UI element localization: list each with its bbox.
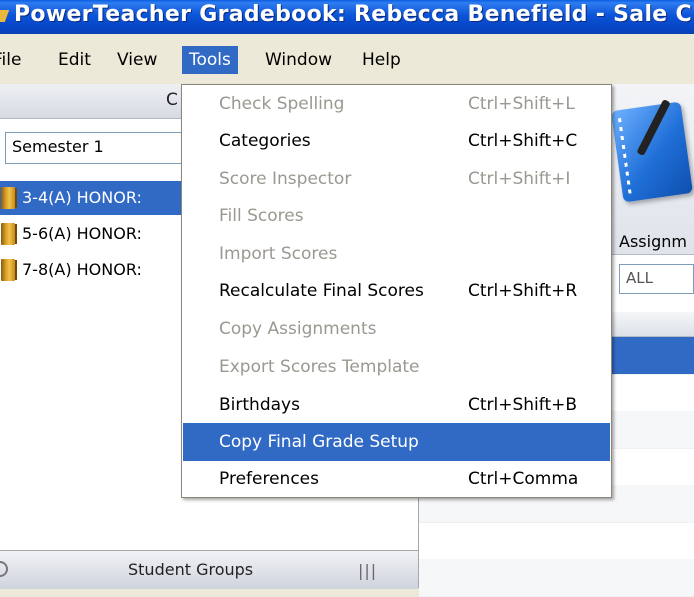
menu-item-recalculate-final-scores[interactable]: Recalculate Final Scores Ctrl+Shift+R xyxy=(183,272,610,310)
menu-item-label: Import Scores xyxy=(219,244,338,264)
menu-item-shortcut: Ctrl+Shift+L xyxy=(468,94,575,114)
gradebook-icon xyxy=(1,223,17,245)
menu-item-shortcut: Ctrl+Shift+C xyxy=(468,131,578,151)
title-bar[interactable]: PowerTeacher Gradebook: Rebecca Benefiel… xyxy=(0,0,694,34)
grip-handle-icon[interactable]: ||| xyxy=(358,561,377,580)
menu-window[interactable]: Window xyxy=(258,46,339,74)
grid-row[interactable] xyxy=(419,522,694,560)
menu-view[interactable]: View xyxy=(110,46,164,74)
gradebook-icon xyxy=(1,259,17,281)
menu-item-label: Check Spelling xyxy=(219,94,345,114)
menu-item-label: Fill Scores xyxy=(219,206,304,226)
filter-value: ALL xyxy=(626,269,653,287)
panel-header-label: C xyxy=(166,90,178,110)
term-select-value: Semester 1 xyxy=(12,137,104,156)
menu-item-birthdays[interactable]: Birthdays Ctrl+Shift+B xyxy=(183,386,610,424)
section-label: 3-4(A) HONOR: xyxy=(22,188,142,207)
menu-item-import-scores[interactable]: Import Scores xyxy=(183,235,610,273)
menu-help[interactable]: Help xyxy=(355,46,408,74)
menu-item-label: Export Scores Template xyxy=(219,357,420,377)
menu-item-check-spelling[interactable]: Check Spelling Ctrl+Shift+L xyxy=(183,85,610,123)
menu-item-shortcut: Ctrl+Comma xyxy=(468,469,579,489)
student-groups-label: Student Groups xyxy=(128,560,254,579)
menu-edit[interactable]: Edit xyxy=(51,46,98,74)
section-label: 7-8(A) HONOR: xyxy=(22,260,142,279)
menu-item-label: Preferences xyxy=(219,469,319,489)
section-label: 5-6(A) HONOR: xyxy=(22,224,142,243)
menu-tools[interactable]: Tools xyxy=(182,46,238,74)
menu-item-copy-final-grade-setup[interactable]: Copy Final Grade Setup xyxy=(183,423,610,461)
tools-menu: Check Spelling Ctrl+Shift+L Categories C… xyxy=(181,84,612,498)
student-groups-tab[interactable]: Student Groups ||| xyxy=(0,550,418,589)
assignments-notebook-icon[interactable] xyxy=(610,98,694,203)
assignments-label[interactable]: Assignm xyxy=(619,232,687,251)
grid-row[interactable] xyxy=(419,559,694,597)
menu-item-label: Birthdays xyxy=(219,395,300,415)
collapse-icon[interactable] xyxy=(0,561,8,577)
menu-item-label: Copy Assignments xyxy=(219,319,377,339)
gradebook-icon xyxy=(1,187,17,209)
window-title: PowerTeacher Gradebook: Rebecca Benefiel… xyxy=(14,2,692,27)
menu-item-shortcut: Ctrl+Shift+B xyxy=(468,395,578,415)
menu-item-label: Score Inspector xyxy=(219,169,352,189)
app-icon xyxy=(0,10,10,22)
menu-bar: File Edit View Tools Window Help xyxy=(0,34,694,85)
menu-item-label: Categories xyxy=(219,131,311,151)
menu-item-copy-assignments[interactable]: Copy Assignments xyxy=(183,310,610,348)
menu-item-export-scores-template[interactable]: Export Scores Template xyxy=(183,348,610,386)
menu-item-label: Copy Final Grade Setup xyxy=(219,432,419,452)
menu-item-fill-scores[interactable]: Fill Scores xyxy=(183,197,610,235)
menu-item-label: Recalculate Final Scores xyxy=(219,281,424,301)
menu-item-shortcut: Ctrl+Shift+R xyxy=(468,281,578,301)
menu-item-categories[interactable]: Categories Ctrl+Shift+C xyxy=(183,122,610,160)
menu-item-score-inspector[interactable]: Score Inspector Ctrl+Shift+I xyxy=(183,160,610,198)
menu-file[interactable]: File xyxy=(0,46,28,74)
menu-item-shortcut: Ctrl+Shift+I xyxy=(468,169,571,189)
menu-item-preferences[interactable]: Preferences Ctrl+Comma xyxy=(183,460,610,498)
pen-icon xyxy=(636,98,671,157)
assignment-filter-select[interactable]: ALL xyxy=(619,264,694,294)
